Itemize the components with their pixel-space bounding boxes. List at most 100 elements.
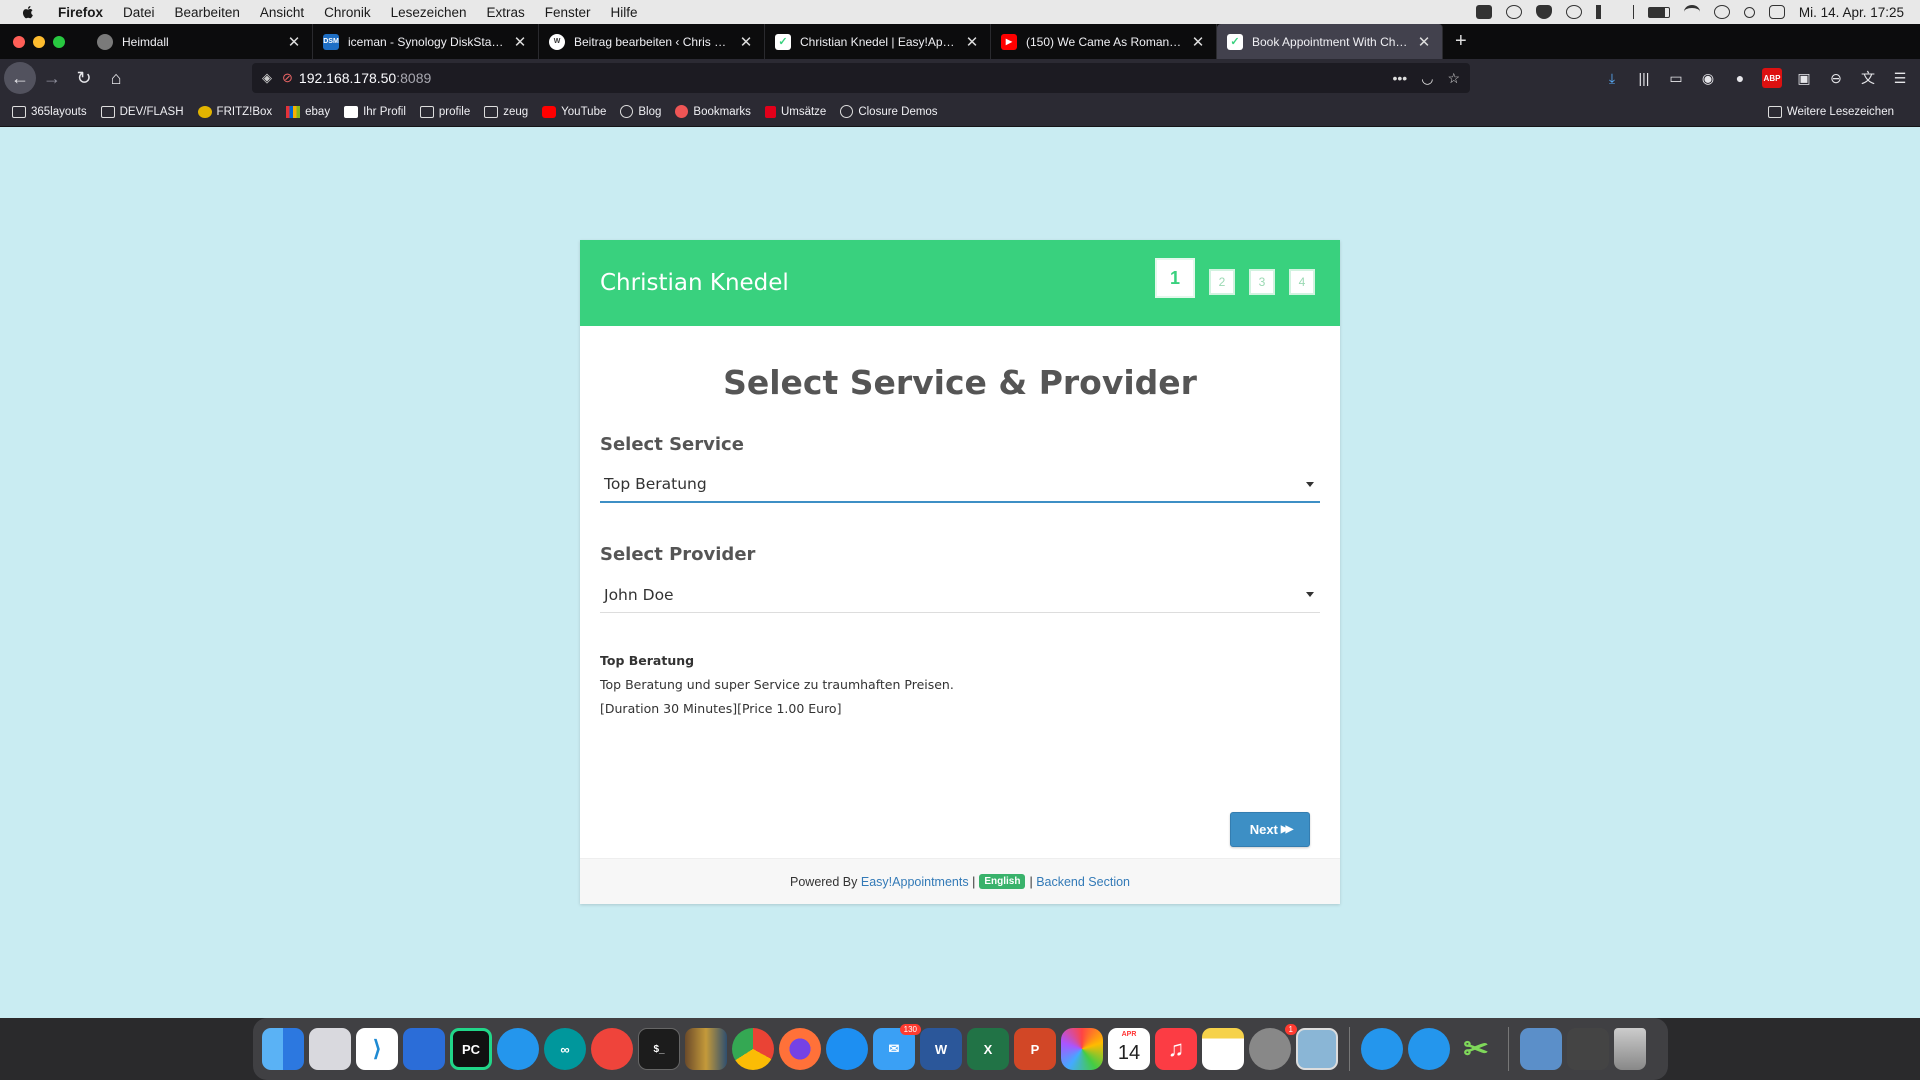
bookmark-item[interactable]: Blog xyxy=(620,105,661,118)
translate-icon[interactable]: 文 xyxy=(1858,68,1878,88)
new-tab-icon[interactable]: + xyxy=(1455,30,1467,53)
pocket-icon[interactable]: ◡ xyxy=(1421,70,1433,87)
forward-icon[interactable]: → xyxy=(36,62,68,94)
music-icon[interactable]: ♫ xyxy=(1155,1028,1197,1070)
menu-lesezeichen[interactable]: Lesezeichen xyxy=(391,5,467,20)
service-select[interactable]: Top Beratung xyxy=(600,467,1320,503)
browser-tab[interactable]: DSM iceman - Synology DiskStation ✕ xyxy=(313,24,539,59)
remote-desktop-icon[interactable] xyxy=(403,1028,445,1070)
notes-icon[interactable] xyxy=(1202,1028,1244,1070)
system-preferences-icon[interactable]: 1 xyxy=(1249,1024,1297,1070)
docker-icon[interactable] xyxy=(497,1028,539,1070)
menu-firefox[interactable]: Firefox xyxy=(58,5,103,20)
mail-icon[interactable]: ✉ 130 xyxy=(873,1024,921,1070)
firefox-icon[interactable] xyxy=(779,1028,821,1070)
grid-status-icon[interactable] xyxy=(1505,5,1522,19)
wifi-icon[interactable] xyxy=(1683,5,1700,19)
reload-icon[interactable]: ↻ xyxy=(68,62,100,94)
volume-icon[interactable] xyxy=(1595,5,1612,19)
battery-icon[interactable] xyxy=(1647,6,1670,18)
account-icon[interactable]: ◉ xyxy=(1698,68,1718,88)
docker-dashboard-icon[interactable] xyxy=(1408,1028,1450,1070)
more-bookmarks[interactable]: Weitere Lesezeichen xyxy=(1767,105,1894,118)
browser-tab[interactable]: ✓ Christian Knedel | Easy!Appoint ✕ xyxy=(765,24,991,59)
menu-extras[interactable]: Extras xyxy=(486,5,524,20)
bookmark-item[interactable]: Bookmarks xyxy=(675,105,751,118)
close-tab-icon[interactable]: ✕ xyxy=(1190,33,1206,51)
tracking-shield-icon[interactable]: ◈ xyxy=(262,70,272,86)
bookmark-star-icon[interactable]: ☆ xyxy=(1447,70,1460,87)
minimize-window-button[interactable] xyxy=(33,35,45,48)
home-icon[interactable]: ⌂ xyxy=(100,62,132,94)
apple-menu-icon[interactable] xyxy=(20,4,36,20)
trash-icon[interactable] xyxy=(1614,1028,1646,1070)
menu-hamburger-icon[interactable]: ☰ xyxy=(1890,68,1910,88)
launchpad-icon[interactable] xyxy=(309,1028,351,1070)
bookmark-item[interactable]: zeug xyxy=(484,105,528,118)
vscode-icon[interactable]: ⟩ xyxy=(356,1028,398,1070)
back-icon[interactable]: ← xyxy=(4,62,36,94)
adblock-icon[interactable]: ABP xyxy=(1762,68,1782,88)
bookmark-item[interactable]: FRITZ!Box xyxy=(197,105,272,118)
bookmark-item[interactable]: profile xyxy=(419,105,470,118)
close-tab-icon[interactable]: ✕ xyxy=(1416,33,1432,51)
page-actions-icon[interactable]: ••• xyxy=(1393,70,1408,87)
sidebar-icon[interactable]: ▭ xyxy=(1666,68,1686,88)
spotlight-search-icon[interactable] xyxy=(1743,6,1755,18)
powerpoint-icon[interactable]: P xyxy=(1014,1028,1056,1070)
downloads-stack-icon[interactable] xyxy=(1520,1028,1562,1070)
menu-bearbeiten[interactable]: Bearbeiten xyxy=(175,5,240,20)
bookmark-item[interactable]: Ihr Profil xyxy=(344,105,406,118)
bookmark-item[interactable]: ebay xyxy=(286,105,330,118)
downloads-icon[interactable]: ⤓ xyxy=(1602,68,1622,88)
bookmark-item[interactable]: Umsätze xyxy=(764,105,826,118)
close-tab-icon[interactable]: ✕ xyxy=(286,33,302,51)
bookmark-item[interactable]: 365layouts xyxy=(12,105,87,118)
language-selector[interactable]: English xyxy=(979,874,1026,889)
calibre-icon[interactable] xyxy=(685,1028,727,1070)
finder-icon[interactable] xyxy=(262,1028,304,1070)
menu-hilfe[interactable]: Hilfe xyxy=(611,5,638,20)
terminal-icon[interactable]: $_ xyxy=(638,1028,680,1070)
easyappointments-link[interactable]: Easy!Appointments xyxy=(861,875,969,889)
preview-icon[interactable] xyxy=(1296,1028,1338,1070)
url-bar[interactable]: ◈ ⊘ 192.168.178.50:8089 ••• ◡ ☆ xyxy=(252,63,1470,93)
shield-status-icon[interactable] xyxy=(1535,5,1552,19)
extension-icon[interactable]: ▣ xyxy=(1794,68,1814,88)
menu-datei[interactable]: Datei xyxy=(123,5,155,20)
docker-desktop-icon[interactable] xyxy=(1361,1028,1403,1070)
close-tab-icon[interactable]: ✕ xyxy=(964,33,980,51)
user-icon[interactable] xyxy=(1713,5,1730,19)
provider-select[interactable]: John Doe xyxy=(600,577,1320,613)
close-tab-icon[interactable]: ✕ xyxy=(738,33,754,51)
zoom-window-button[interactable] xyxy=(53,35,65,48)
close-tab-icon[interactable]: ✕ xyxy=(512,33,528,51)
menu-fenster[interactable]: Fenster xyxy=(545,5,591,20)
bookmark-item[interactable]: YouTube xyxy=(542,105,606,118)
bookmark-item[interactable]: DEV/FLASH xyxy=(100,105,184,118)
anydesk-icon[interactable] xyxy=(591,1028,633,1070)
menu-chronik[interactable]: Chronik xyxy=(324,5,371,20)
browser-tab-active[interactable]: ✓ Book Appointment With Christia ✕ xyxy=(1217,24,1443,59)
calendar-icon[interactable]: APR 14 xyxy=(1108,1028,1150,1070)
photos-icon[interactable] xyxy=(1061,1028,1103,1070)
bookmark-item[interactable]: Closure Demos xyxy=(840,105,938,118)
docker-status-icon[interactable] xyxy=(1475,5,1492,19)
bluetooth-icon[interactable] xyxy=(1626,5,1634,19)
play-status-icon[interactable] xyxy=(1565,5,1582,19)
word-icon[interactable]: W xyxy=(920,1028,962,1070)
arduino-icon[interactable]: ∞ xyxy=(544,1028,586,1070)
library-icon[interactable]: ||| xyxy=(1634,68,1654,88)
next-button[interactable]: Next ▶▶ xyxy=(1230,812,1310,847)
privacy-icon[interactable]: ⊖ xyxy=(1826,68,1846,88)
menu-ansicht[interactable]: Ansicht xyxy=(260,5,304,20)
close-window-button[interactable] xyxy=(13,35,25,48)
chrome-icon[interactable] xyxy=(732,1028,774,1070)
safari-icon[interactable] xyxy=(826,1028,868,1070)
pycharm-icon[interactable]: PC xyxy=(450,1028,492,1070)
backend-section-link[interactable]: Backend Section xyxy=(1036,875,1130,889)
xcode-tools-icon[interactable]: ✂ xyxy=(1455,1028,1497,1070)
browser-tab[interactable]: ▶ (150) We Came As Romans "Ho ✕ xyxy=(991,24,1217,59)
excel-icon[interactable]: X xyxy=(967,1028,1009,1070)
insecure-lock-icon[interactable]: ⊘ xyxy=(282,70,293,86)
